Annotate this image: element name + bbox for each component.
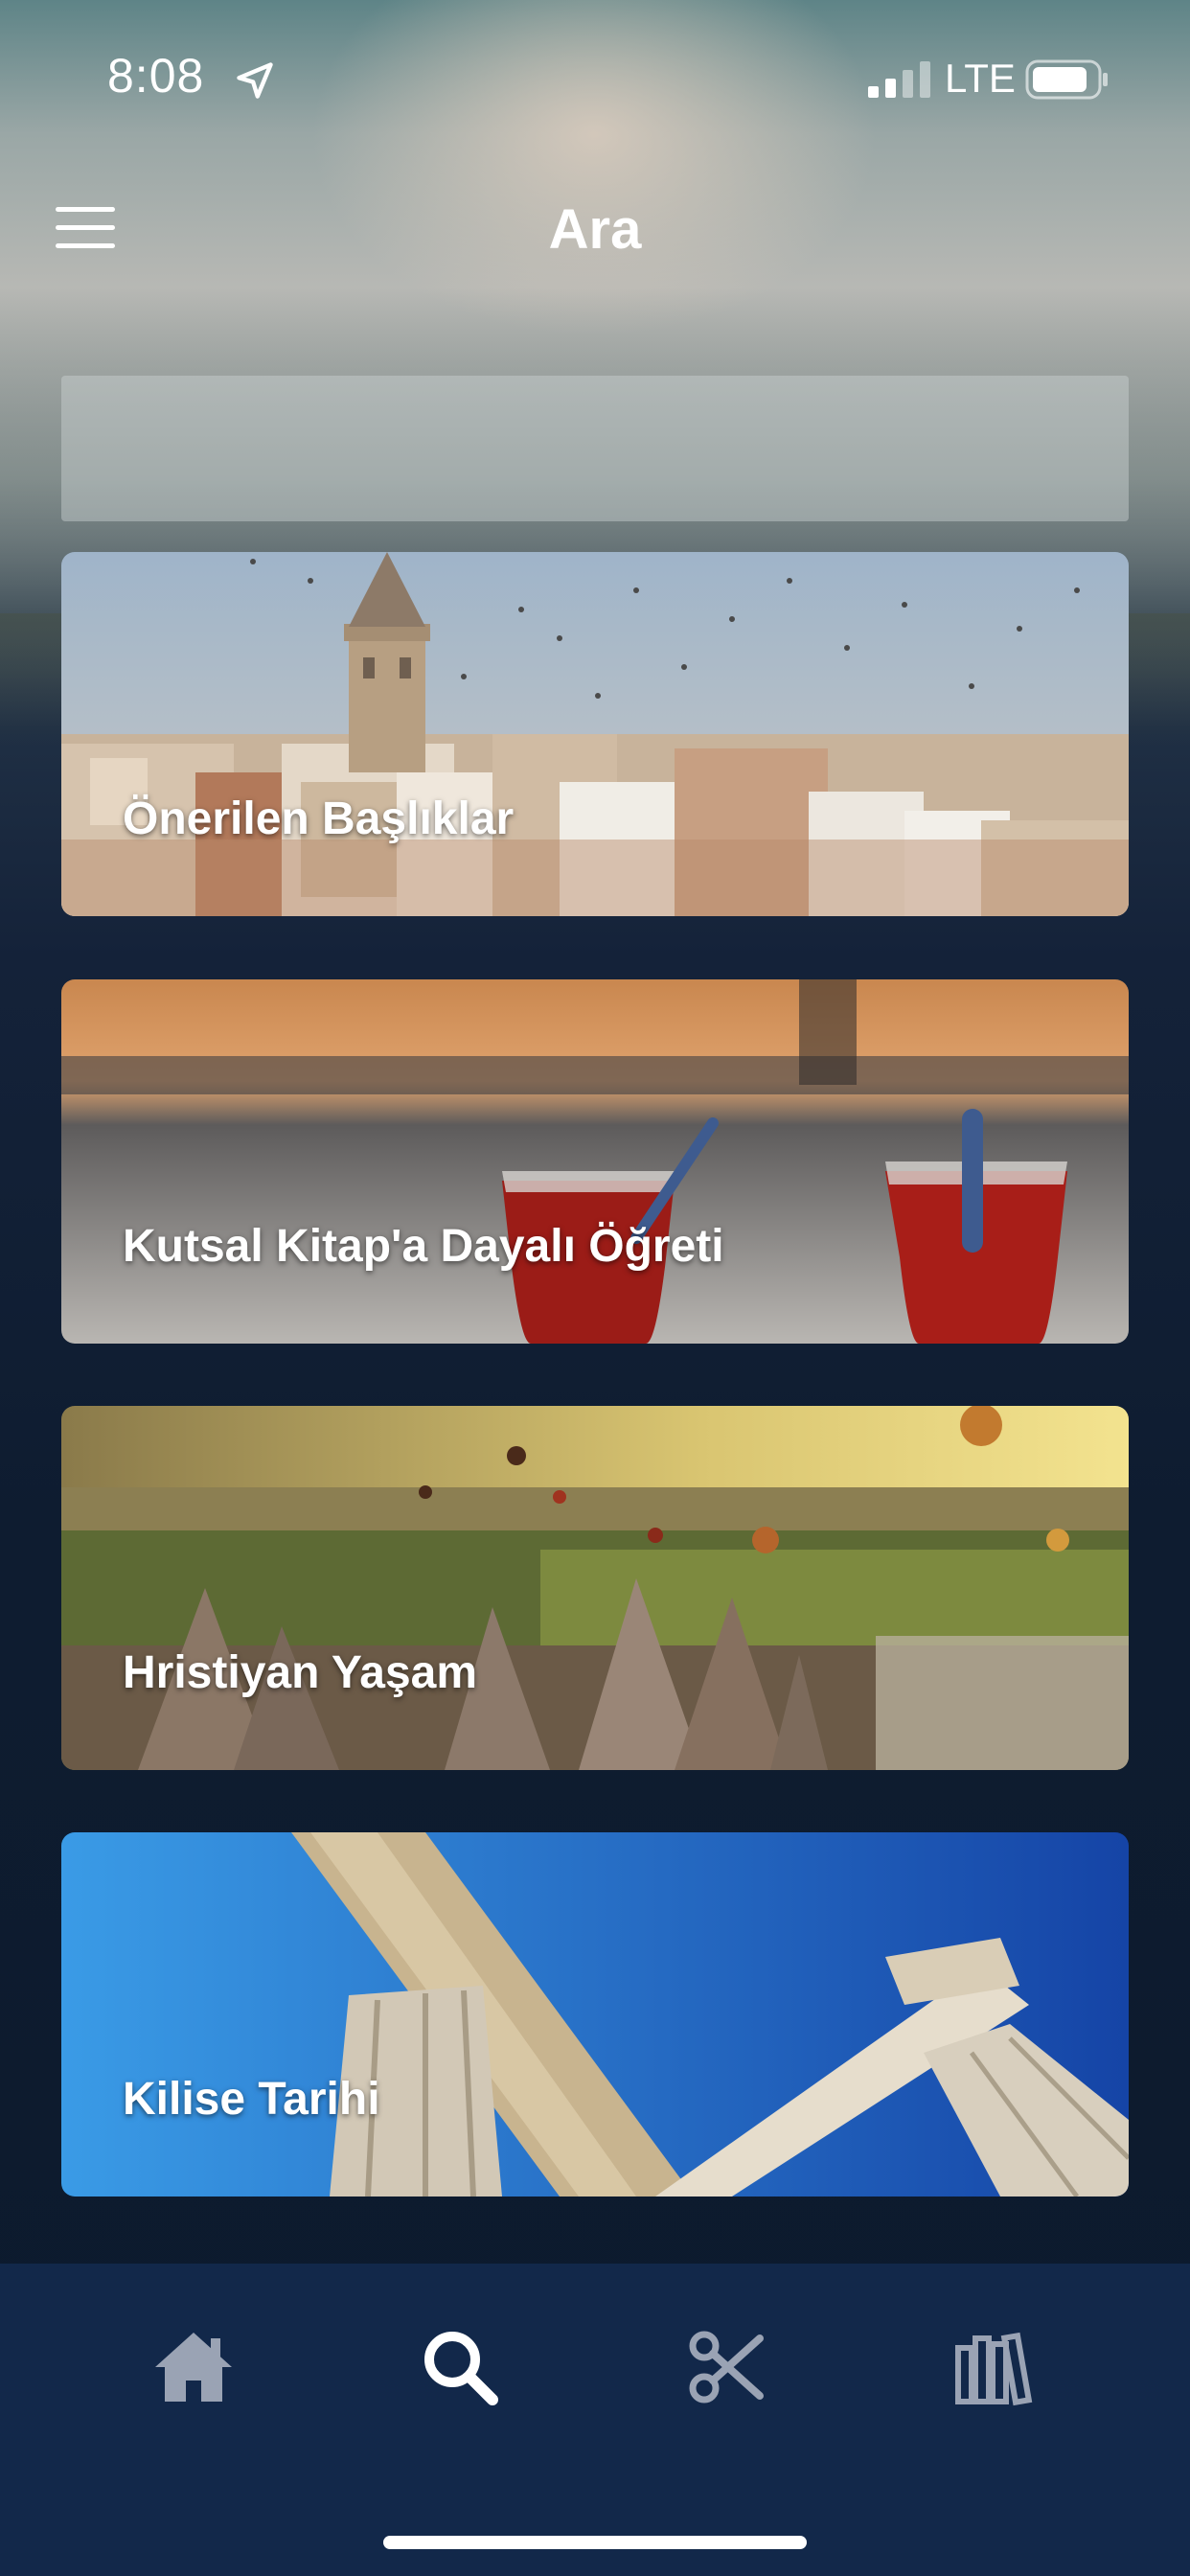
battery-icon xyxy=(1025,59,1108,100)
tab-home[interactable] xyxy=(146,2319,241,2415)
category-card-label: Kilise Tarihi xyxy=(123,2074,380,2125)
category-card-label: Kutsal Kitap'a Dayalı Öğreti xyxy=(123,1221,724,1272)
status-bar: 8:08 LTE xyxy=(0,0,1190,153)
scissors-icon xyxy=(689,2331,764,2404)
category-card-label: Hristiyan Yaşam xyxy=(123,1647,478,1698)
category-card-label: Önerilen Başlıklar xyxy=(123,794,515,844)
status-time: 8:08 xyxy=(107,49,205,103)
network-type: LTE xyxy=(945,56,1016,101)
tab-library[interactable] xyxy=(947,2319,1042,2415)
library-icon xyxy=(955,2332,1033,2406)
turkish-tea-glasses-image xyxy=(61,979,1129,1344)
tab-clips[interactable] xyxy=(679,2319,775,2415)
category-card-hristiyan-yasam[interactable]: Hristiyan Yaşam xyxy=(61,1406,1129,1770)
bottom-tab-bar xyxy=(0,2264,1190,2576)
search-input[interactable] xyxy=(61,376,1129,521)
home-indicator xyxy=(383,2536,807,2549)
ancient-columns-image xyxy=(61,1832,1129,2196)
search-icon xyxy=(424,2332,498,2405)
cappadocia-balloons-image xyxy=(61,1406,1129,1770)
page-title: Ara xyxy=(548,198,642,261)
signal-bars-icon xyxy=(868,61,930,98)
location-arrow-icon xyxy=(237,62,273,99)
category-card-kutsal-kitap[interactable]: Kutsal Kitap'a Dayalı Öğreti xyxy=(61,979,1129,1344)
category-card-kilise-tarihi[interactable]: Kilise Tarihi xyxy=(61,1832,1129,2196)
tab-search[interactable] xyxy=(412,2319,508,2415)
istanbul-galata-tower-image xyxy=(61,552,1129,916)
category-card-onerilen-basliklar[interactable]: Önerilen Başlıklar xyxy=(61,552,1129,916)
home-icon xyxy=(155,2333,232,2402)
